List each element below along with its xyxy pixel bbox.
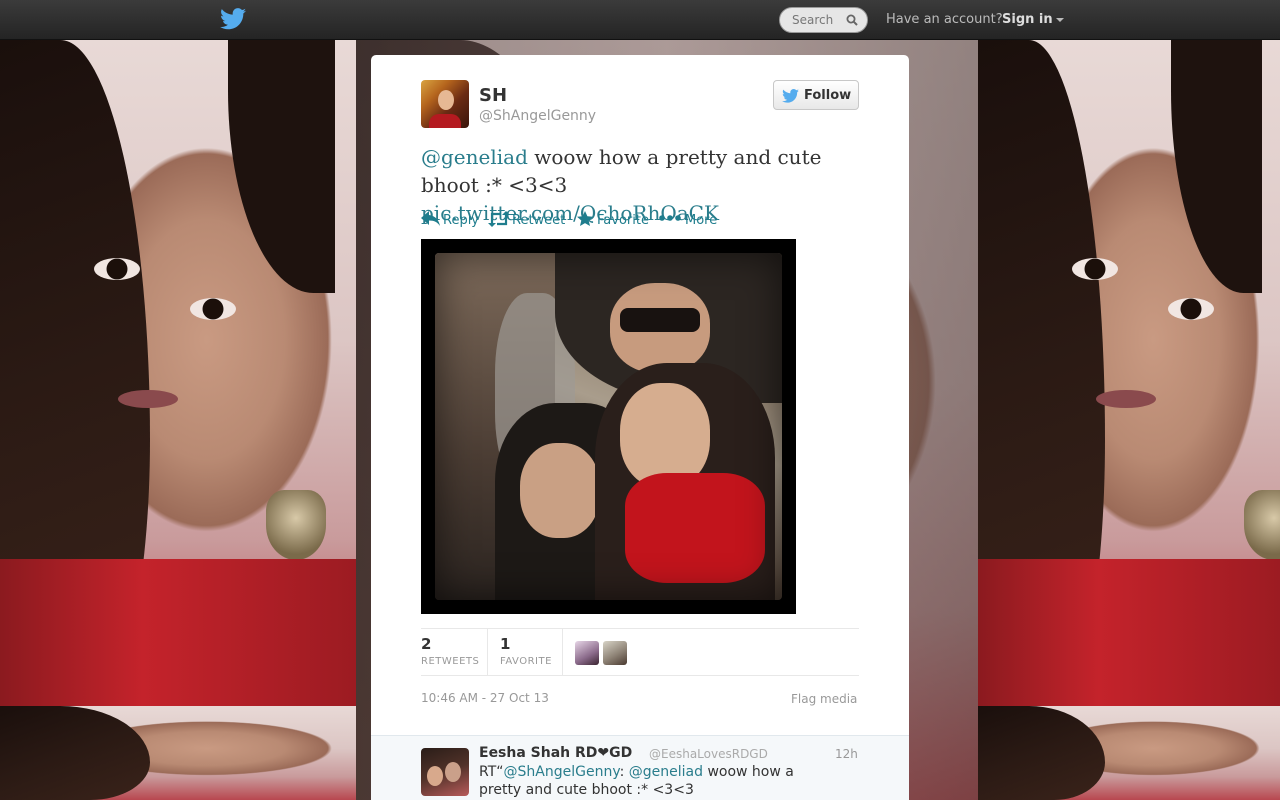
reply-label: Reply [443, 213, 480, 228]
search-icon[interactable] [846, 14, 858, 26]
wallpaper-photo-left [0, 40, 356, 706]
twitter-bird-icon[interactable] [220, 8, 246, 30]
ellipsis-icon [659, 215, 681, 221]
favorite-label: Favorite [597, 213, 649, 228]
follow-label: Follow [804, 88, 852, 103]
reply-text: RT“@ShAngelGenny: @geneliad woow how a p… [479, 763, 809, 799]
tweet-timestamp[interactable]: 10:46 AM - 27 Oct 13 [421, 691, 549, 705]
retweets-label: RETWEETS [421, 656, 480, 667]
wallpaper-photo-bottom-left [0, 706, 356, 800]
retweets-count: 2 [421, 635, 432, 653]
reply-mid: : [619, 764, 629, 780]
author-avatar[interactable] [421, 80, 469, 128]
favorites-stat[interactable]: 1 FAVORITE [500, 635, 552, 667]
follow-button[interactable]: Follow [773, 80, 859, 110]
caret-down-icon [1055, 17, 1064, 22]
photo-image [435, 253, 782, 600]
reply-time[interactable]: 12h [835, 747, 858, 761]
tweet-photo[interactable] [421, 239, 796, 614]
account-prompt: Have an account? [886, 12, 1003, 27]
wallpaper-photo-bottom-right [978, 706, 1280, 800]
favorites-count: 1 [500, 635, 511, 653]
stats-separator [487, 629, 488, 675]
stats-separator [562, 629, 563, 675]
reply-prefix: RT“ [479, 764, 504, 780]
retweet-label: Retweet [512, 213, 566, 228]
twitter-bird-icon [782, 89, 799, 103]
sign-in-link[interactable]: Sign in [1002, 12, 1064, 27]
retweets-stat[interactable]: 2 RETWEETS [421, 635, 479, 667]
tweet-card: SH @ShAngelGenny Follow @geneliad woow h… [371, 55, 909, 800]
more-label: More [685, 213, 718, 228]
reply-arrow-icon [421, 211, 440, 226]
top-navigation-bar: Search Have an account? Sign in [0, 0, 1280, 40]
search-placeholder: Search [792, 13, 834, 27]
search-input[interactable]: Search [779, 7, 868, 33]
favoriter-avatar[interactable] [603, 641, 627, 665]
favoriter-avatar[interactable] [575, 641, 599, 665]
retweet-icon [488, 211, 510, 227]
author-handle[interactable]: @ShAngelGenny [479, 108, 596, 124]
stats-bottom-divider [421, 675, 859, 676]
reply-author-name[interactable]: Eesha Shah RD❤GD [479, 745, 632, 761]
author-name[interactable]: SH [479, 85, 507, 106]
sign-in-label: Sign in [1002, 12, 1053, 27]
wallpaper-photo-right [978, 40, 1280, 706]
reply-mention-2[interactable]: @geneliad [629, 764, 703, 780]
mention-link[interactable]: @geneliad [421, 145, 528, 169]
favorites-label: FAVORITE [500, 656, 552, 667]
flag-media-link[interactable]: Flag media [791, 692, 857, 706]
reply-author-handle[interactable]: @EeshaLovesRDGD [649, 747, 768, 761]
reply-mention-1[interactable]: @ShAngelGenny [504, 764, 620, 780]
star-icon [577, 211, 593, 226]
reply-author-avatar[interactable] [421, 748, 469, 796]
